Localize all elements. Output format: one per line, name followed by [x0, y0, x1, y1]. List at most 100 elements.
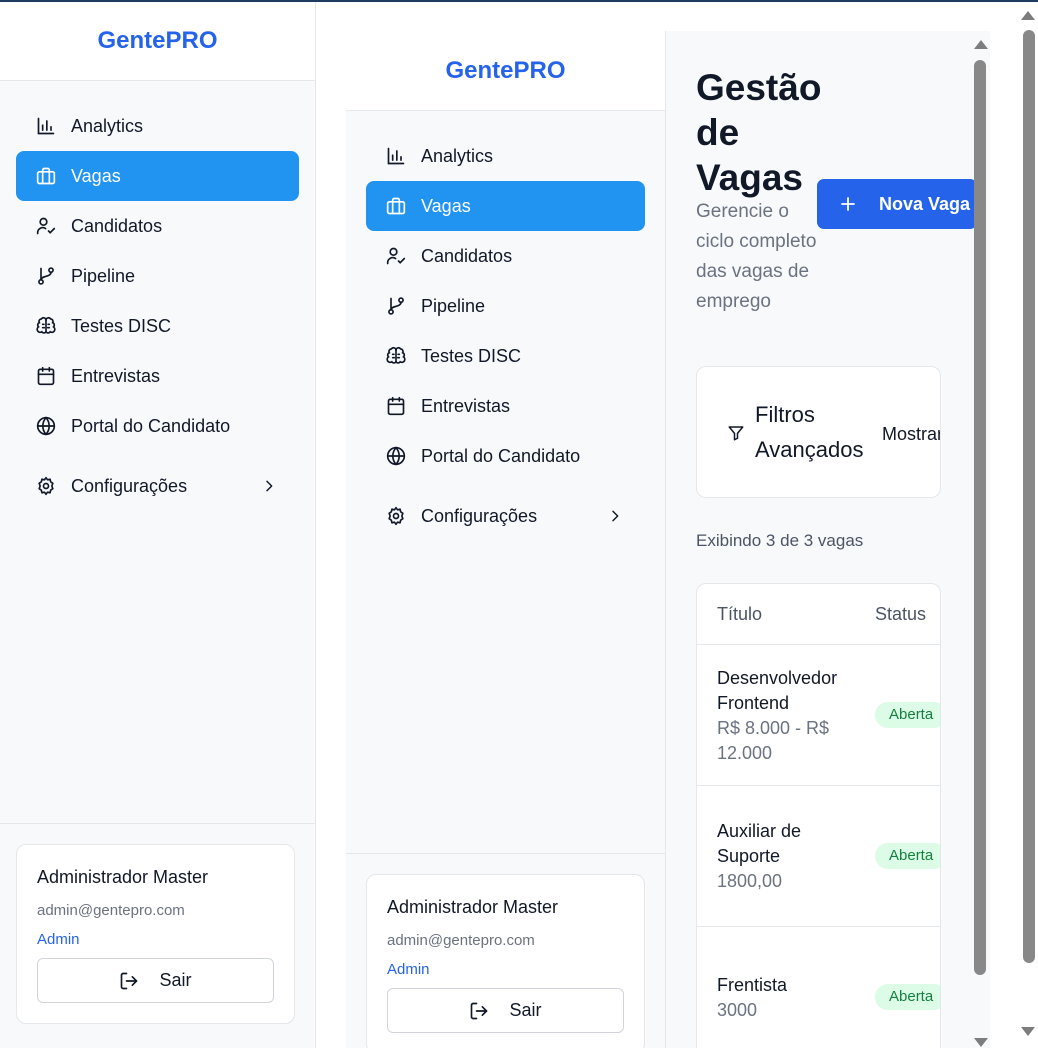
sidebar-item-label: Vagas	[421, 195, 471, 216]
scroll-up-arrow[interactable]	[1021, 11, 1035, 20]
user-email: admin@gentepro.com	[387, 932, 535, 949]
sidebar-item-analytics[interactable]: Analytics	[16, 101, 299, 151]
sidebar-item-label: Analytics	[421, 145, 494, 166]
page-subtitle: Gerencie o ciclo completo das vagas de e…	[696, 201, 817, 312]
scrollbar-thumb[interactable]	[1023, 30, 1035, 963]
logout-button[interactable]: Sair	[387, 988, 624, 1033]
sidebar-item-portal-do-candidato[interactable]: Portal do Candidato	[366, 431, 645, 481]
inner-scroll-down-arrow[interactable]	[974, 1038, 988, 1047]
sidebar-item-label: Portal do Candidato	[421, 445, 581, 466]
sidebar-item-label: Testes DISC	[71, 315, 172, 336]
bar-chart-icon	[36, 116, 56, 136]
sidebar-item-label: Entrevistas	[421, 395, 511, 416]
sidebar-item-label: Candidatos	[71, 215, 163, 236]
filter-icon	[727, 424, 745, 442]
user-name: Administrador Master	[37, 867, 209, 887]
logout-label: Sair	[159, 970, 192, 990]
inner-sidebar-header: GentePRO	[346, 31, 665, 111]
inner-sidebar: GentePRO Analytics Vagas Candidatos Pipe…	[346, 31, 666, 1048]
job-title: Auxiliar de Suporte	[717, 821, 802, 866]
main-content: Gestão de Vagas Gerencie o ciclo complet…	[666, 31, 990, 1048]
column-header-title[interactable]: Título	[717, 604, 762, 625]
new-job-button[interactable]: Nova Vaga	[817, 179, 977, 229]
sidebar-item-configuracoes[interactable]: Configurações	[16, 461, 299, 511]
sidebar-item-pipeline[interactable]: Pipeline	[16, 251, 299, 301]
sidebar-item-label: Pipeline	[421, 295, 486, 316]
briefcase-icon	[386, 196, 406, 216]
briefcase-icon	[36, 166, 56, 186]
sidebar-item-label: Vagas	[71, 165, 121, 186]
sidebar-item-label: Configurações	[71, 475, 188, 496]
sidebar-item-pipeline[interactable]: Pipeline	[366, 281, 645, 331]
job-salary: R$ 8.000 - R$ 12.000	[717, 718, 830, 763]
sidebar-footer: Administrador Master admin@gentepro.com …	[0, 823, 315, 1048]
git-branch-icon	[36, 266, 56, 286]
gear-icon	[386, 506, 406, 526]
bar-chart-icon	[386, 146, 406, 166]
job-title: Desenvolvedor Frontend	[717, 668, 838, 713]
logout-icon	[119, 971, 139, 991]
chevron-right-icon	[607, 508, 623, 524]
table-row[interactable]: Desenvolvedor Frontend R$ 8.000 - R$ 12.…	[697, 645, 940, 786]
sidebar-item-label: Portal do Candidato	[71, 415, 231, 436]
sidebar-item-entrevistas[interactable]: Entrevistas	[366, 381, 645, 431]
logout-button[interactable]: Sair	[37, 958, 274, 1003]
chevron-right-icon	[261, 478, 277, 494]
user-check-icon	[36, 216, 56, 236]
calendar-icon	[36, 366, 56, 386]
results-count: Exibindo 3 de 3 vagas	[696, 531, 864, 550]
user-check-icon	[386, 246, 406, 266]
inner-scrollbar-thumb[interactable]	[974, 60, 986, 975]
status-badge: Aberta	[875, 702, 940, 728]
status-badge: Aberta	[875, 843, 940, 869]
column-header-status[interactable]: Status	[875, 604, 926, 625]
sidebar-item-label: Testes DISC	[421, 345, 522, 366]
gear-icon	[36, 476, 56, 496]
inner-sidebar-footer: Administrador Master admin@gentepro.com …	[346, 853, 665, 1048]
sidebar-item-label: Entrevistas	[71, 365, 161, 386]
job-title: Frentista	[717, 975, 788, 995]
job-salary: 1800,00	[717, 871, 783, 891]
sidebar-item-label: Pipeline	[71, 265, 136, 286]
sidebar-item-portal-do-candidato[interactable]: Portal do Candidato	[16, 401, 299, 451]
brand-logo[interactable]: GentePRO	[445, 57, 565, 85]
brain-icon	[36, 316, 56, 336]
user-card: Administrador Master admin@gentepro.com …	[366, 874, 645, 1048]
sidebar-item-analytics[interactable]: Analytics	[366, 131, 645, 181]
page-title: Gestão de Vagas	[696, 67, 822, 198]
user-role: Admin	[387, 961, 430, 978]
sidebar-item-label: Configurações	[421, 505, 538, 526]
sidebar-item-vagas[interactable]: Vagas	[16, 151, 299, 201]
table-row[interactable]: Auxiliar de Suporte 1800,00 Aberta	[697, 786, 940, 927]
logout-label: Sair	[509, 1000, 542, 1020]
user-name: Administrador Master	[387, 897, 559, 917]
sidebar-item-configuracoes[interactable]: Configurações	[366, 491, 645, 541]
git-branch-icon	[386, 296, 406, 316]
status-badge: Aberta	[875, 984, 940, 1010]
table-header: Título Status	[697, 584, 940, 645]
sidebar-item-label: Analytics	[71, 115, 144, 136]
scroll-down-arrow[interactable]	[1021, 1027, 1035, 1036]
embedded-view: GentePRO Analytics Vagas Candidatos Pipe…	[346, 31, 990, 1048]
user-role: Admin	[37, 931, 80, 948]
show-filters-button[interactable]: Mostrar Filtros	[882, 424, 940, 445]
brain-icon	[386, 346, 406, 366]
inner-scroll-up-arrow[interactable]	[974, 40, 988, 49]
plus-icon	[839, 195, 857, 213]
sidebar: GentePRO Analytics Vagas Candidatos Pipe…	[0, 2, 316, 1048]
sidebar-item-candidatos[interactable]: Candidatos	[366, 231, 645, 281]
sidebar-item-testes-disc[interactable]: Testes DISC	[366, 331, 645, 381]
sidebar-item-vagas[interactable]: Vagas	[366, 181, 645, 231]
sidebar-nav: Analytics Vagas Candidatos Pipeline Test…	[0, 81, 315, 511]
brand-logo[interactable]: GentePRO	[97, 27, 217, 55]
sidebar-item-entrevistas[interactable]: Entrevistas	[16, 351, 299, 401]
sidebar-item-label: Candidatos	[421, 245, 513, 266]
calendar-icon	[386, 396, 406, 416]
new-job-label: Nova Vaga	[879, 193, 971, 214]
sidebar-item-testes-disc[interactable]: Testes DISC	[16, 301, 299, 351]
user-card: Administrador Master admin@gentepro.com …	[16, 844, 295, 1024]
sidebar-item-candidatos[interactable]: Candidatos	[16, 201, 299, 251]
filters-title: Filtros Avançados	[755, 402, 864, 462]
table-row[interactable]: Frentista 3000 Aberta	[697, 927, 940, 1048]
advanced-filters-card: Filtros Avançados Mostrar Filtros	[696, 366, 941, 498]
